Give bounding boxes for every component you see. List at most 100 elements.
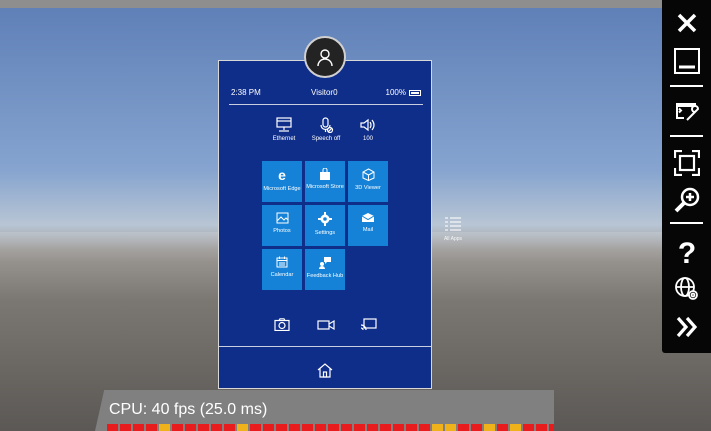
all-apps-label: All Apps bbox=[443, 236, 463, 242]
ethernet-icon bbox=[276, 117, 292, 132]
help-button[interactable]: ? bbox=[662, 235, 711, 268]
fit-screen-button[interactable] bbox=[662, 146, 711, 179]
fit-screen-icon bbox=[673, 149, 700, 176]
tile-feedback-hub[interactable]: Feedback Hub bbox=[305, 249, 345, 290]
frame-bar bbox=[224, 424, 235, 431]
tile-3d-viewer[interactable]: 3D Viewer bbox=[348, 161, 388, 202]
frame-bar bbox=[328, 424, 339, 431]
frame-bar bbox=[575, 424, 586, 431]
tools-icon bbox=[675, 102, 699, 121]
quick-action-volume[interactable]: 100 bbox=[343, 117, 393, 142]
tile-label: 3D Viewer bbox=[355, 185, 381, 191]
frame-bar bbox=[159, 424, 170, 431]
feedback-icon bbox=[319, 257, 331, 269]
frame-bar bbox=[107, 424, 118, 431]
cast-button[interactable] bbox=[360, 318, 377, 336]
home-icon bbox=[317, 363, 333, 378]
tile-label: Photos bbox=[273, 228, 291, 234]
tile-mail[interactable]: Mail bbox=[348, 205, 388, 246]
toolbar-divider bbox=[670, 222, 703, 224]
toolbar-divider bbox=[670, 135, 703, 137]
frame-bar bbox=[185, 424, 196, 431]
camera-button[interactable] bbox=[274, 318, 290, 336]
tile-settings[interactable]: Settings bbox=[305, 205, 345, 246]
tile-label: Settings bbox=[314, 230, 336, 236]
emulator-toolbar: ? bbox=[662, 0, 711, 353]
tile-microsoft-edge[interactable]: e Microsoft Edge bbox=[262, 161, 302, 202]
frame-bar bbox=[484, 424, 495, 431]
microphone-off-icon bbox=[320, 117, 334, 133]
frame-bar bbox=[445, 424, 456, 431]
person-icon bbox=[317, 49, 333, 67]
zoom-in-icon bbox=[674, 187, 699, 212]
frame-bar bbox=[380, 424, 391, 431]
photos-icon bbox=[276, 212, 288, 224]
help-icon: ? bbox=[677, 237, 695, 267]
tile-label: Microsoft Edge bbox=[263, 186, 301, 192]
mail-icon bbox=[361, 213, 375, 222]
user-name: Visitor0 bbox=[311, 88, 338, 97]
tile-photos[interactable]: Photos bbox=[262, 205, 302, 246]
divider bbox=[219, 346, 431, 347]
minimize-button[interactable] bbox=[662, 44, 711, 77]
camera-icon bbox=[274, 318, 290, 332]
quick-action-label: 100 bbox=[362, 136, 373, 142]
frame-bar bbox=[419, 424, 430, 431]
video-camera-icon bbox=[317, 319, 335, 331]
frame-bar bbox=[432, 424, 443, 431]
frame-bar bbox=[341, 424, 352, 431]
frame-time-bars bbox=[107, 424, 586, 431]
frame-bar bbox=[211, 424, 222, 431]
network-button[interactable] bbox=[662, 272, 711, 305]
frame-bar bbox=[406, 424, 417, 431]
frame-bar bbox=[276, 424, 287, 431]
all-apps-button[interactable]: All Apps bbox=[442, 216, 464, 242]
tile-microsoft-store[interactable]: Microsoft Store bbox=[305, 161, 345, 202]
frame-bar bbox=[497, 424, 508, 431]
volume-icon bbox=[360, 118, 375, 132]
cpu-fps-text: CPU: 40 fps (25.0 ms) bbox=[109, 401, 268, 418]
frame-bar bbox=[367, 424, 378, 431]
frame-bar bbox=[237, 424, 248, 431]
frame-bar bbox=[471, 424, 482, 431]
minimize-icon bbox=[673, 47, 700, 74]
start-menu-panel: 2:38 PM Visitor0 100% Ethernet Speech of… bbox=[218, 60, 432, 389]
frame-bar bbox=[562, 424, 573, 431]
cast-icon bbox=[360, 318, 377, 331]
cube-icon bbox=[362, 168, 374, 181]
battery-status: 100% bbox=[386, 88, 421, 97]
frame-bar bbox=[289, 424, 300, 431]
svg-text:e: e bbox=[278, 168, 286, 182]
user-avatar[interactable] bbox=[304, 36, 346, 78]
clock-text: 2:38 PM bbox=[231, 88, 261, 97]
frame-bar bbox=[523, 424, 534, 431]
frame-bar bbox=[315, 424, 326, 431]
divider bbox=[229, 104, 423, 105]
expand-toolbar-button[interactable] bbox=[662, 310, 711, 343]
frame-bar bbox=[510, 424, 521, 431]
video-record-button[interactable] bbox=[317, 318, 335, 336]
status-bar: 2:38 PM Visitor0 100% bbox=[231, 88, 421, 100]
tools-button[interactable] bbox=[662, 94, 711, 127]
tile-calendar[interactable]: Calendar bbox=[262, 249, 302, 290]
edge-icon: e bbox=[278, 168, 286, 182]
frame-bar bbox=[133, 424, 144, 431]
frame-bar bbox=[120, 424, 131, 431]
list-icon bbox=[445, 217, 461, 231]
store-icon bbox=[320, 168, 330, 180]
gear-icon bbox=[318, 212, 332, 226]
frame-bar bbox=[250, 424, 261, 431]
zoom-button[interactable] bbox=[662, 183, 711, 216]
frame-bar bbox=[198, 424, 209, 431]
toolbar-divider bbox=[670, 85, 703, 87]
quick-action-label: Speech off bbox=[311, 136, 341, 142]
quick-action-label: Ethernet bbox=[272, 136, 296, 142]
frame-bar bbox=[172, 424, 183, 431]
home-button[interactable] bbox=[317, 363, 333, 383]
tile-label: Feedback Hub bbox=[306, 273, 344, 279]
tile-label: Calendar bbox=[270, 272, 294, 278]
double-chevron-right-icon bbox=[676, 316, 697, 337]
frame-bar bbox=[354, 424, 365, 431]
close-button[interactable] bbox=[662, 6, 711, 39]
frame-bar bbox=[536, 424, 547, 431]
